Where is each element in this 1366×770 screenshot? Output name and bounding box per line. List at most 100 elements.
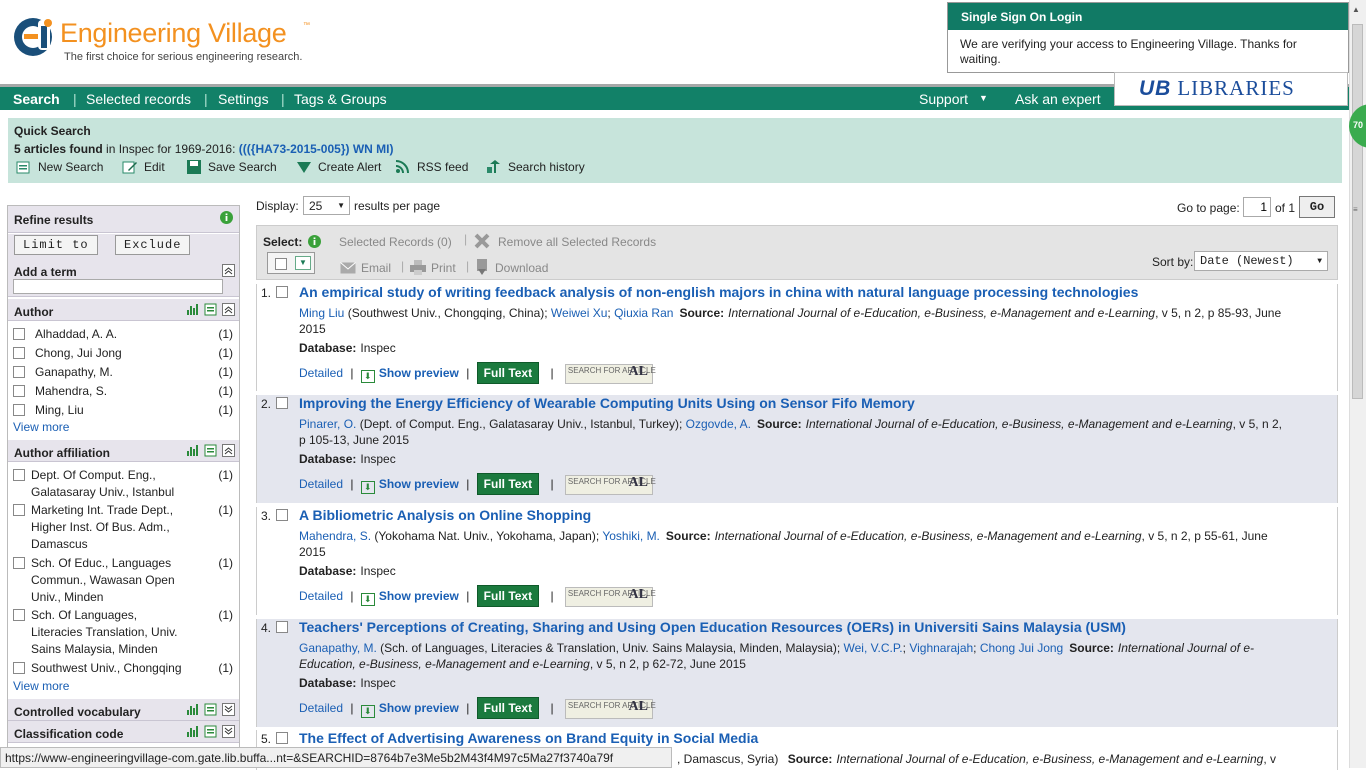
result-title-link[interactable]: The Effect of Advertising Awareness on B… — [299, 730, 758, 746]
author-link[interactable]: Yoshiki, M. — [602, 529, 660, 543]
facet-checkbox[interactable] — [13, 404, 25, 416]
result-checkbox[interactable] — [276, 732, 288, 744]
ub-libraries-logo[interactable]: UB LIBRARIES — [1114, 72, 1348, 106]
full-text-button[interactable]: Full Text — [476, 585, 540, 607]
bar-chart-icon[interactable] — [186, 725, 199, 738]
full-text-button[interactable]: Full Text — [476, 473, 540, 495]
author-link[interactable]: Chong Jui Jong — [980, 641, 1063, 655]
nav-ask-expert[interactable]: Ask an expert — [1015, 91, 1101, 107]
collapse-icon[interactable] — [222, 444, 235, 457]
create-alert-button[interactable]: Create Alert — [296, 160, 381, 174]
search-for-article-button[interactable]: SEARCH FOR ARTICLE AL — [564, 698, 656, 719]
go-button[interactable]: Go — [1299, 196, 1335, 218]
select-all-dropdown[interactable]: ▼ — [267, 252, 315, 274]
author-view-more[interactable]: View more — [13, 420, 69, 434]
facet-checkbox[interactable] — [13, 469, 25, 481]
email-link[interactable]: Email — [361, 261, 391, 275]
full-text-button[interactable]: Full Text — [476, 697, 540, 719]
search-query-link[interactable]: ((({HA73-2015-005}) WN MI) — [239, 142, 394, 156]
affiliation-facet-item[interactable]: Sch. Of Educ., Languages Commun., Wawasa… — [13, 555, 233, 606]
affiliation-facet-item[interactable]: Dept. Of Comput. Eng., Galatasaray Univ.… — [13, 467, 233, 501]
bar-chart-icon[interactable] — [186, 303, 199, 316]
add-term-input[interactable] — [13, 279, 223, 294]
author-facet-item[interactable]: Chong, Jui Jong (1) — [13, 345, 233, 362]
affiliation-facet-item[interactable]: Sch. Of Languages, Literacies Translatio… — [13, 607, 233, 658]
export-icon[interactable] — [204, 444, 217, 457]
nav-tags-groups[interactable]: Tags & Groups — [294, 91, 387, 107]
export-icon[interactable] — [204, 303, 217, 316]
search-for-article-button[interactable]: SEARCH FOR ARTICLE AL — [564, 474, 656, 495]
edit-button[interactable]: Edit — [122, 160, 165, 174]
detailed-link[interactable]: Detailed — [299, 589, 343, 603]
limit-to-button[interactable]: Limit to — [14, 235, 98, 255]
detailed-link[interactable]: Detailed — [299, 477, 343, 491]
show-preview-link[interactable]: ⬇ Show preview — [360, 589, 459, 606]
nav-settings[interactable]: Settings — [218, 91, 269, 107]
chevron-down-icon[interactable]: ▼ — [979, 93, 988, 103]
author-link[interactable]: Wei, V.C.P. — [844, 641, 903, 655]
scroll-up-icon[interactable]: ▲ — [1352, 5, 1360, 14]
remove-all-link[interactable]: Remove all Selected Records — [498, 235, 656, 249]
select-all-checkbox[interactable] — [275, 258, 287, 270]
classification-code-header[interactable]: Classification code — [8, 721, 239, 743]
rss-feed-button[interactable]: RSS feed — [395, 160, 468, 174]
result-checkbox[interactable] — [276, 621, 288, 633]
detailed-link[interactable]: Detailed — [299, 366, 343, 380]
save-search-button[interactable]: Save Search — [186, 160, 277, 174]
facet-checkbox[interactable] — [13, 557, 25, 569]
facet-checkbox[interactable] — [13, 347, 25, 359]
result-title-link[interactable]: An empirical study of writing feedback a… — [299, 284, 1138, 300]
bar-chart-icon[interactable] — [186, 703, 199, 716]
chevron-down-icon[interactable]: ▼ — [295, 256, 311, 270]
download-link[interactable]: Download — [495, 261, 548, 275]
facet-checkbox[interactable] — [13, 366, 25, 378]
export-icon[interactable] — [204, 725, 217, 738]
print-link[interactable]: Print — [431, 261, 456, 275]
selected-records-link[interactable]: Selected Records (0) — [339, 235, 452, 249]
show-preview-link[interactable]: ⬇ Show preview — [360, 701, 459, 718]
search-history-button[interactable]: Search history — [486, 160, 585, 174]
info-icon[interactable] — [308, 235, 321, 248]
info-icon[interactable] — [220, 211, 233, 224]
facet-checkbox[interactable] — [13, 662, 25, 674]
facet-checkbox[interactable] — [13, 328, 25, 340]
exclude-button[interactable]: Exclude — [115, 235, 191, 255]
nav-support[interactable]: Support — [919, 91, 968, 107]
affiliation-facet-item[interactable]: Marketing Int. Trade Dept., Higher Inst.… — [13, 502, 233, 553]
results-per-page-select[interactable]: 25 ▼ — [303, 196, 350, 215]
author-link[interactable]: Pinarer, O. — [299, 417, 356, 431]
author-facet-item[interactable]: Alhaddad, A. A. (1) — [13, 326, 233, 343]
facet-checkbox[interactable] — [13, 385, 25, 397]
result-title-link[interactable]: Teachers' Perceptions of Creating, Shari… — [299, 619, 1126, 635]
expand-icon[interactable] — [222, 703, 235, 716]
author-link[interactable]: Ming Liu — [299, 306, 344, 320]
full-text-button[interactable]: Full Text — [476, 362, 540, 384]
author-link[interactable]: Qiuxia Ran — [614, 306, 673, 320]
facet-checkbox[interactable] — [13, 609, 25, 621]
result-checkbox[interactable] — [276, 397, 288, 409]
result-title-link[interactable]: Improving the Energy Efficiency of Weara… — [299, 395, 915, 411]
show-preview-link[interactable]: ⬇ Show preview — [360, 477, 459, 494]
sort-by-select[interactable]: Date (Newest) ▼ — [1194, 251, 1328, 271]
nav-selected-records[interactable]: Selected records — [86, 91, 191, 107]
search-for-article-button[interactable]: SEARCH FOR ARTICLE AL — [564, 586, 656, 607]
author-facet-item[interactable]: Ming, Liu (1) — [13, 402, 233, 419]
export-icon[interactable] — [204, 703, 217, 716]
show-preview-link[interactable]: ⬇ Show preview — [360, 366, 459, 383]
app-title[interactable]: Engineering Village — [60, 18, 287, 49]
facet-checkbox[interactable] — [13, 504, 25, 516]
author-link[interactable]: Ozgovde, A. — [686, 417, 751, 431]
author-facet-item[interactable]: Mahendra, S. (1) — [13, 383, 233, 400]
author-link[interactable]: Weiwei Xu — [551, 306, 607, 320]
result-checkbox[interactable] — [276, 286, 288, 298]
affiliation-facet-item[interactable]: Southwest Univ., Chongqing (1) — [13, 660, 233, 677]
expand-icon[interactable] — [222, 725, 235, 738]
controlled-vocabulary-header[interactable]: Controlled vocabulary — [8, 699, 239, 721]
collapse-icon[interactable] — [222, 303, 235, 316]
result-checkbox[interactable] — [276, 509, 288, 521]
goto-page-input[interactable] — [1243, 197, 1271, 217]
bar-chart-icon[interactable] — [186, 444, 199, 457]
collapse-icon[interactable] — [222, 264, 235, 277]
detailed-link[interactable]: Detailed — [299, 701, 343, 715]
nav-search[interactable]: Search — [13, 91, 60, 107]
